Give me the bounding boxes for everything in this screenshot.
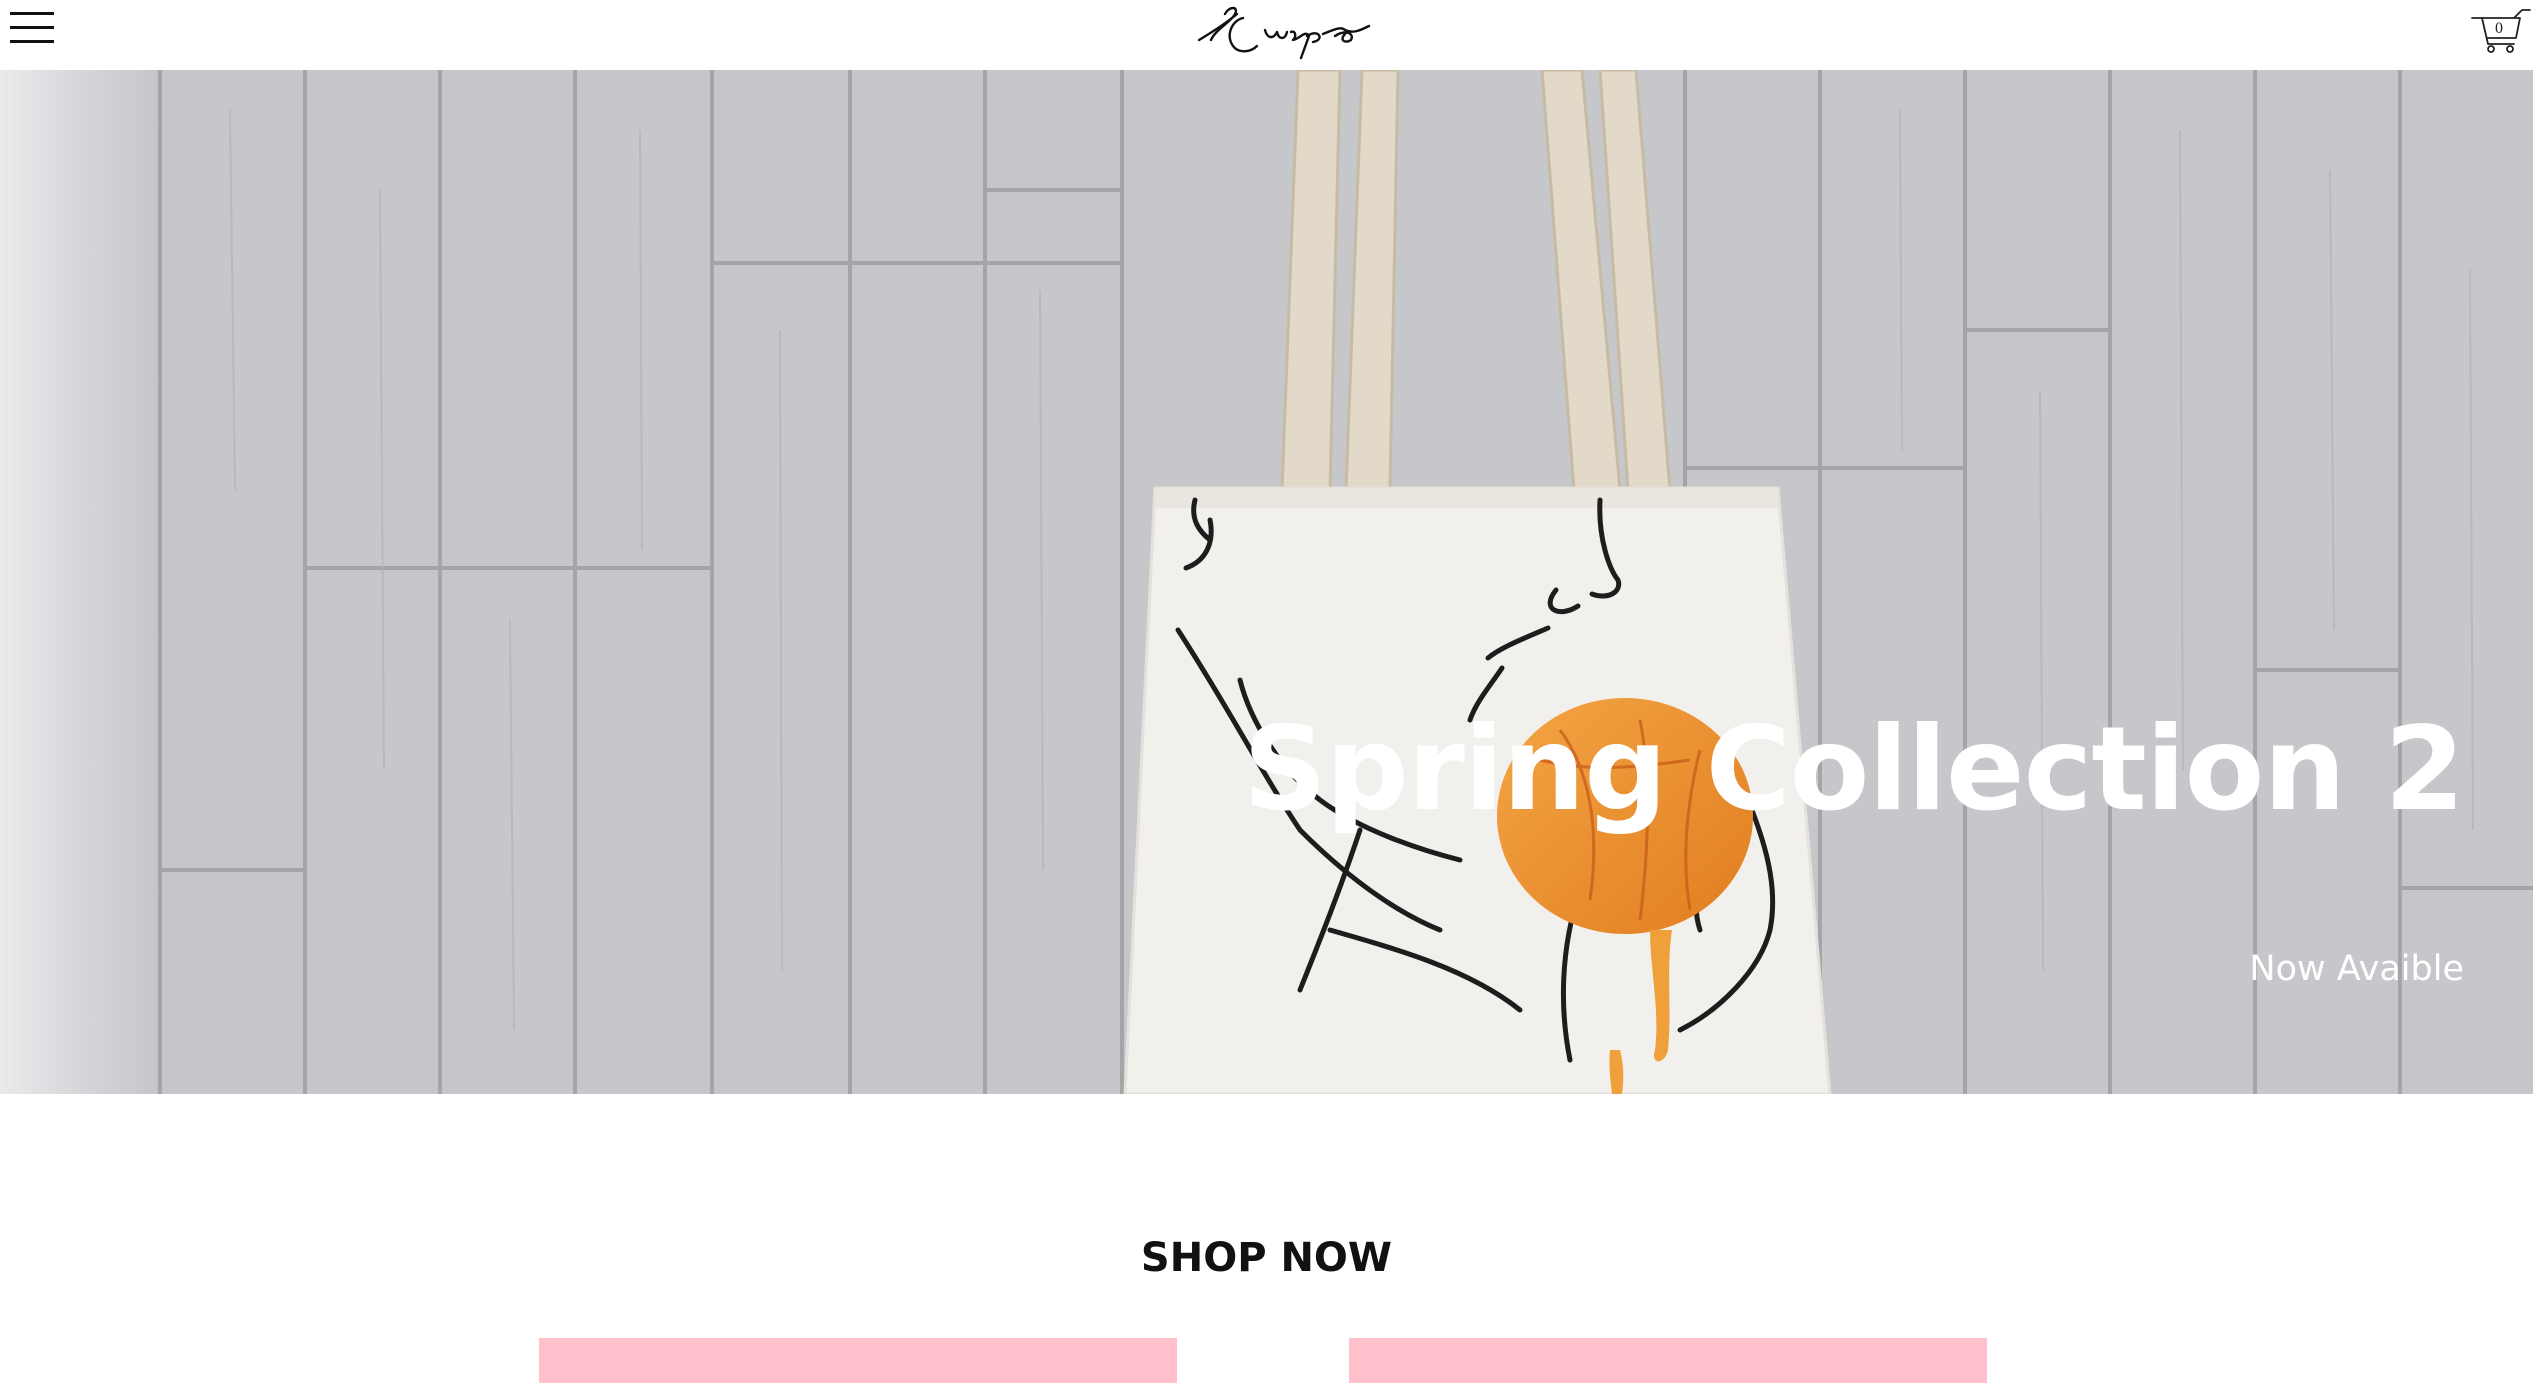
hero-banner[interactable]: Spring Collection 2 Now Avaible <box>0 70 2533 1094</box>
shopping-cart-button[interactable]: 0 <box>2470 6 2532 54</box>
cart-count-badge: 0 <box>2495 20 2503 37</box>
shop-category-card[interactable] <box>1349 1338 1987 1383</box>
site-header: 0 <box>0 0 2533 70</box>
menu-line <box>10 26 54 29</box>
menu-line <box>10 40 54 43</box>
shop-category-card[interactable] <box>539 1338 1177 1383</box>
shop-now-heading: SHOP NOW <box>1140 1235 1393 1281</box>
hero-tote-bag-image <box>0 70 2533 1094</box>
signature-logo-icon <box>1197 6 1371 60</box>
hero-subtitle: Now Avaible <box>2249 949 2464 989</box>
signature-logo[interactable] <box>1185 0 1385 68</box>
hamburger-menu-icon[interactable] <box>6 8 56 50</box>
menu-line <box>10 12 54 15</box>
hero-title: Spring Collection 2 <box>1243 702 2465 837</box>
